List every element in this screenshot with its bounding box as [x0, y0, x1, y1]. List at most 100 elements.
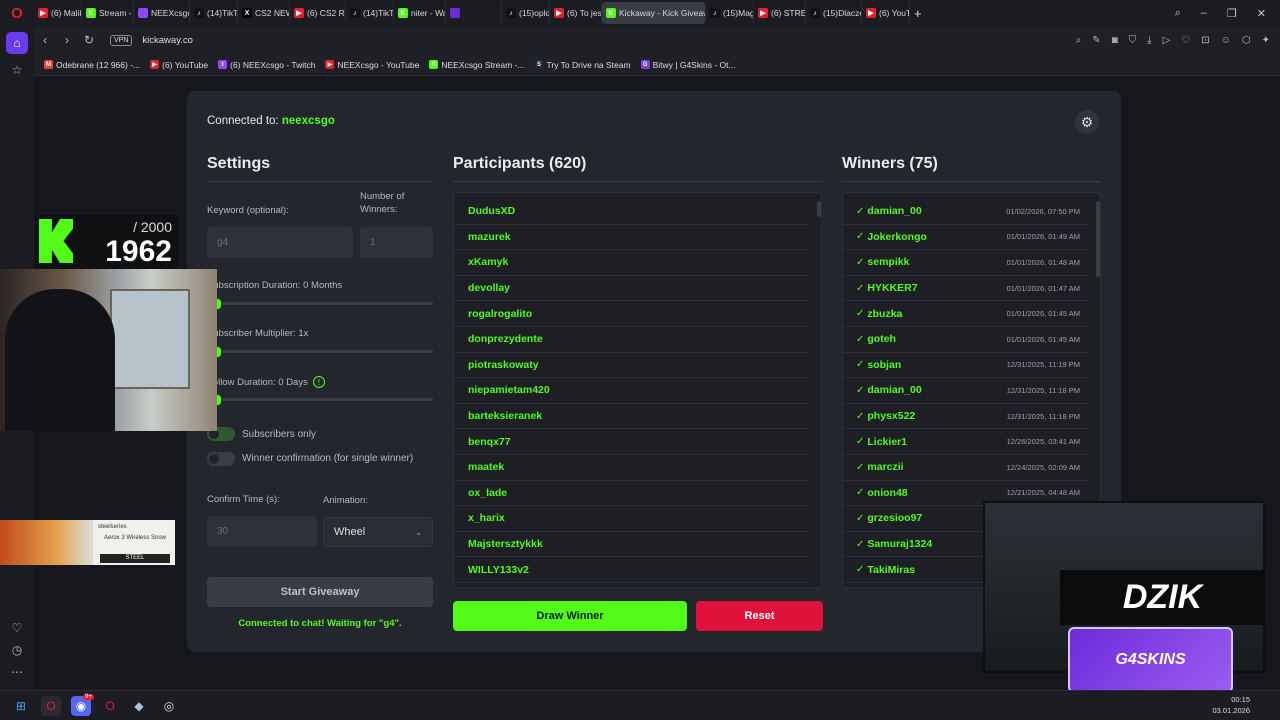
browser-tab[interactable]: ♪(15)Magical K: [706, 2, 754, 24]
home-icon[interactable]: ⌂: [6, 32, 28, 54]
participant-row[interactable]: maatek: [454, 455, 809, 481]
browser-tab[interactable]: XCS2 NEWS w: [238, 2, 290, 24]
obs-icon[interactable]: ◎: [159, 696, 179, 716]
info-icon[interactable]: !: [313, 376, 325, 388]
browser-tab[interactable]: ▶ (6) Malik: [34, 2, 82, 24]
winner-row[interactable]: ✓ zbuzka 01/01/2026, 01:45 AM: [843, 301, 1088, 327]
browser-tab[interactable]: ♪(14)TikTok - M: [190, 2, 238, 24]
opera-icon[interactable]: O: [0, 0, 34, 26]
minimize-icon[interactable]: –: [1201, 7, 1207, 19]
participants-list[interactable]: DudusXD mazurek xKamyk devollay rogalrogalit…: [453, 192, 822, 588]
sub-duration-slider[interactable]: [207, 299, 433, 309]
follow-duration-slider[interactable]: [207, 395, 433, 405]
browser-tab[interactable]: ♪(15)Dlaczego: [806, 2, 862, 24]
browser-tab[interactable]: ▶(6) STREAM: [754, 2, 806, 24]
system-clock[interactable]: 00:15 03.01.2026: [1212, 694, 1250, 716]
steam-icon[interactable]: ◆: [129, 696, 149, 716]
animation-select[interactable]: Wheel ⌄: [323, 517, 433, 547]
browser-tab[interactable]: ▶(6) To jest nap: [550, 2, 602, 24]
bookmark-item[interactable]: t (6) NEEXcsgo - Twitch: [218, 60, 315, 70]
winner-row[interactable]: ✓ HYKKER7 01/01/2026, 01:47 AM: [843, 276, 1088, 302]
winner-row[interactable]: ✓ damian_00 01/02/2026, 07:50 PM: [843, 199, 1088, 225]
browser-tab[interactable]: [446, 2, 502, 24]
search-icon[interactable]: ⌕: [1175, 7, 1181, 20]
participant-row[interactable]: barteksieranek: [454, 404, 809, 430]
maximize-icon[interactable]: ❐: [1227, 7, 1237, 20]
winner-row[interactable]: ✓ goteh 01/01/2026, 01:45 AM: [843, 327, 1088, 353]
browser-tab[interactable]: ▶(6) YouTube: [862, 2, 910, 24]
browser-tab[interactable]: ▶(6) CS2 REWI: [290, 2, 346, 24]
winner-name: Lickier1: [867, 435, 908, 448]
opera-taskbar-icon[interactable]: O: [41, 696, 61, 716]
confirm-time-input[interactable]: 30: [207, 516, 317, 547]
sub-multiplier-slider[interactable]: [207, 347, 433, 357]
back-icon[interactable]: ‹: [34, 33, 56, 47]
winner-row[interactable]: ✓ sempikk 01/01/2026, 01:48 AM: [843, 250, 1088, 276]
participant-row[interactable]: ox_lade: [454, 481, 809, 507]
scrollbar[interactable]: [1096, 201, 1100, 277]
ai-icon[interactable]: ✦: [1262, 35, 1270, 46]
participant-row[interactable]: WILLY133v2: [454, 557, 809, 583]
participant-row[interactable]: devollay: [454, 276, 809, 302]
participant-row[interactable]: mazurek: [454, 225, 809, 251]
reload-icon[interactable]: ↻: [78, 33, 100, 47]
close-icon[interactable]: ✕: [1257, 7, 1266, 20]
history-icon[interactable]: ◷: [6, 639, 28, 661]
windows-start-icon[interactable]: ⊞: [11, 696, 31, 716]
bookmark-item[interactable]: ▶ NEEXcsgo - YouTube: [325, 60, 419, 70]
gear-icon[interactable]: ⚙: [1075, 110, 1099, 134]
bookmark-item[interactable]: K NEEXcsgo Stream -...: [429, 60, 525, 70]
bookmark-item[interactable]: G Bitwy | G4Skins - Ot...: [640, 60, 736, 70]
profile-icon[interactable]: ☺: [1221, 35, 1231, 46]
winner-row[interactable]: ✓ sobjan 12/31/2025, 11:19 PM: [843, 353, 1088, 379]
winner-row[interactable]: ✓ Jokerkongo 01/01/2026, 01:49 AM: [843, 225, 1088, 251]
check-icon: ✓: [856, 308, 865, 320]
camera-icon[interactable]: ◙: [1112, 35, 1118, 46]
participant-row[interactable]: piotraskowaty: [454, 353, 809, 379]
extension-icon[interactable]: ⬡: [1242, 35, 1251, 46]
new-tab-button[interactable]: +: [910, 2, 926, 24]
vpn-badge[interactable]: VPN: [110, 34, 133, 46]
browser-tab[interactable]: ♪(14)TikTok - M: [346, 2, 394, 24]
keyword-input[interactable]: g4: [207, 227, 353, 258]
winner-row[interactable]: ✓ physx522 12/31/2025, 11:18 PM: [843, 404, 1088, 430]
heart-icon[interactable]: ♡: [6, 617, 28, 639]
browser-tab[interactable]: ♪(15)opldkk (@: [502, 2, 550, 24]
shield-icon[interactable]: ⛉: [1129, 35, 1137, 46]
start-giveaway-button[interactable]: Start Giveaway: [207, 577, 433, 607]
winner-row[interactable]: ✓ damian_00 12/31/2025, 11:18 PM: [843, 378, 1088, 404]
play-icon[interactable]: ▷: [1163, 35, 1171, 46]
more-icon[interactable]: ⋯: [6, 661, 28, 683]
scrollbar[interactable]: [817, 201, 821, 217]
winner-confirmation-toggle[interactable]: [207, 452, 235, 466]
browser-tab[interactable]: NEEXcsgo Vid: [134, 2, 190, 24]
winner-row[interactable]: ✓ marczii 12/24/2025, 02:09 AM: [843, 455, 1088, 481]
winners-count-input[interactable]: 1: [360, 227, 433, 258]
participant-row[interactable]: xKamyk: [454, 250, 809, 276]
forward-icon[interactable]: ›: [56, 33, 78, 47]
url-field[interactable]: kickaway.co: [142, 35, 193, 46]
participant-row[interactable]: x_harix: [454, 506, 809, 532]
star-icon[interactable]: ☆: [6, 59, 28, 81]
heart-icon[interactable]: ♡: [1181, 35, 1190, 46]
browser-tab[interactable]: KStream - Kick: [82, 2, 134, 24]
browser-tab[interactable]: Kniter - Watch: [394, 2, 446, 24]
bookmark-item[interactable]: ▶ (6) YouTube: [150, 60, 208, 70]
download-icon[interactable]: ⤓: [1147, 35, 1151, 46]
bookmark-item[interactable]: S Try To Drive na Steam: [534, 60, 631, 70]
draw-winner-button[interactable]: Draw Winner: [453, 601, 687, 631]
participant-row[interactable]: niepamietam420: [454, 378, 809, 404]
participant-row[interactable]: rogalrogalito: [454, 301, 809, 327]
opera-gx-icon[interactable]: O: [100, 696, 120, 716]
participant-row[interactable]: donprezydente: [454, 327, 809, 353]
participant-row[interactable]: benqx77: [454, 429, 809, 455]
browser-tab[interactable]: K Kickaway - Kick Giveaw: [602, 2, 706, 24]
participant-row[interactable]: DudusXD: [454, 199, 809, 225]
participant-row[interactable]: Majstersztykkk: [454, 532, 809, 558]
winner-row[interactable]: ✓ Lickier1 12/26/2025, 03:41 AM: [843, 429, 1088, 455]
reset-button[interactable]: Reset: [696, 601, 823, 631]
zoom-icon[interactable]: ⌕: [1076, 35, 1082, 46]
share-icon[interactable]: ⊡: [1201, 35, 1209, 46]
edit-icon[interactable]: ✎: [1092, 35, 1100, 46]
bookmark-item[interactable]: M Odebrane (12 966) -...: [44, 60, 140, 70]
